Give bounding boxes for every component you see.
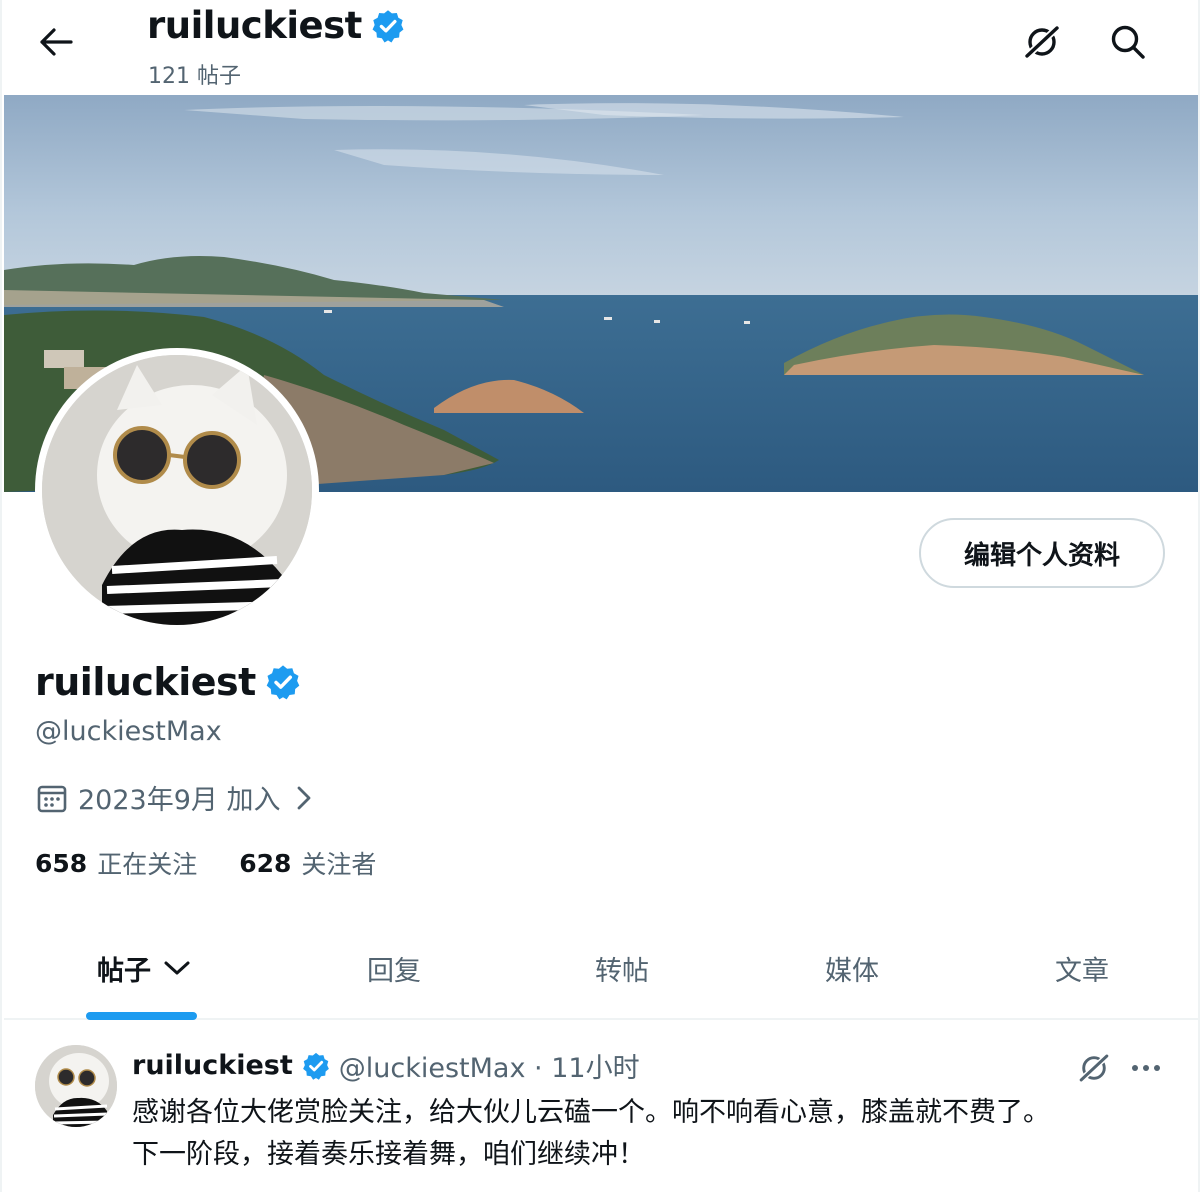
tab-posts[interactable]: 帖子 [74, 918, 214, 1018]
post-more-button[interactable] [1124, 1046, 1168, 1090]
post-item[interactable]: ruiluckiest @luckiestMax · 11小时 感谢各位大佬赏脸… [4, 1022, 1198, 1192]
display-name-text: ruiluckiest [35, 660, 256, 704]
followers-count: 628 [239, 848, 292, 878]
followers-label: 关注者 [301, 850, 377, 879]
display-name: ruiluckiest [35, 660, 302, 704]
top-header: ruiluckiest 121 帖子 [2, 0, 1198, 95]
grok-button[interactable] [1016, 16, 1068, 68]
following-count: 658 [35, 848, 88, 878]
grok-icon [1078, 1052, 1110, 1084]
active-tab-indicator [86, 1012, 197, 1020]
following-label: 正在关注 [97, 850, 198, 879]
chevron-down-icon [164, 961, 190, 975]
following-link[interactable]: 658 正在关注 [35, 845, 197, 881]
header-title: ruiluckiest [147, 4, 406, 47]
more-horizontal-icon [1132, 1065, 1160, 1071]
post-count: 121 帖子 [148, 64, 241, 89]
arrow-left-icon [40, 28, 73, 56]
post-header: ruiluckiest @luckiestMax · 11小时 [132, 1046, 640, 1085]
verified-badge-icon [302, 1052, 329, 1080]
profile-avatar[interactable] [35, 348, 319, 632]
tab-media-label: 媒体 [825, 955, 879, 987]
follow-stats: 658 正在关注 628 关注者 [35, 845, 376, 881]
post-text-line: 感谢各位大佬赏脸关注，给大伙儿云磕一个。响不响看心意，膝盖就不费了。 [132, 1097, 1050, 1128]
tab-replies[interactable]: 回复 [334, 918, 454, 1018]
user-handle: @luckiestMax [35, 716, 222, 747]
tab-articles[interactable]: 文章 [1022, 918, 1142, 1018]
avatar-image [42, 355, 312, 625]
verified-badge-icon [266, 665, 300, 700]
tab-posts-label: 帖子 [97, 955, 151, 987]
profile-tabs: 帖子 回复 转帖 媒体 文章 [4, 918, 1198, 1020]
post-text: 感谢各位大佬赏脸关注，给大伙儿云磕一个。响不响看心意，膝盖就不费了。 下一阶段，… [132, 1092, 1152, 1176]
search-icon [1111, 25, 1145, 59]
calendar-icon [37, 785, 67, 812]
tab-media[interactable]: 媒体 [792, 918, 912, 1018]
back-button[interactable] [28, 16, 84, 68]
grok-icon [1023, 24, 1061, 60]
tab-reposts-label: 转帖 [595, 955, 649, 987]
post-handle-time[interactable]: @luckiestMax · 11小时 [339, 1046, 640, 1085]
profile-page: ruiluckiest 121 帖子 编辑个人资料 ruiluckiest @l… [0, 0, 1200, 1192]
joined-date[interactable]: 2023年9月 加入 [36, 778, 314, 817]
chevron-right-icon [294, 784, 314, 812]
post-text-line: 下一阶段，接着奏乐接着舞，咱们继续冲！ [132, 1139, 645, 1170]
search-button[interactable] [1102, 16, 1154, 68]
post-avatar[interactable] [35, 1045, 117, 1127]
header-title-text: ruiluckiest [147, 4, 362, 47]
edit-profile-button[interactable]: 编辑个人资料 [919, 518, 1165, 588]
tab-replies-label: 回复 [367, 955, 421, 987]
joined-text: 2023年9月 加入 [78, 785, 281, 816]
verified-badge-icon [372, 9, 404, 42]
followers-link[interactable]: 628 关注者 [239, 845, 376, 881]
post-author-name[interactable]: ruiluckiest [132, 1050, 293, 1081]
post-grok-button[interactable] [1072, 1046, 1116, 1090]
tab-reposts[interactable]: 转帖 [562, 918, 682, 1018]
tab-articles-label: 文章 [1055, 955, 1109, 987]
